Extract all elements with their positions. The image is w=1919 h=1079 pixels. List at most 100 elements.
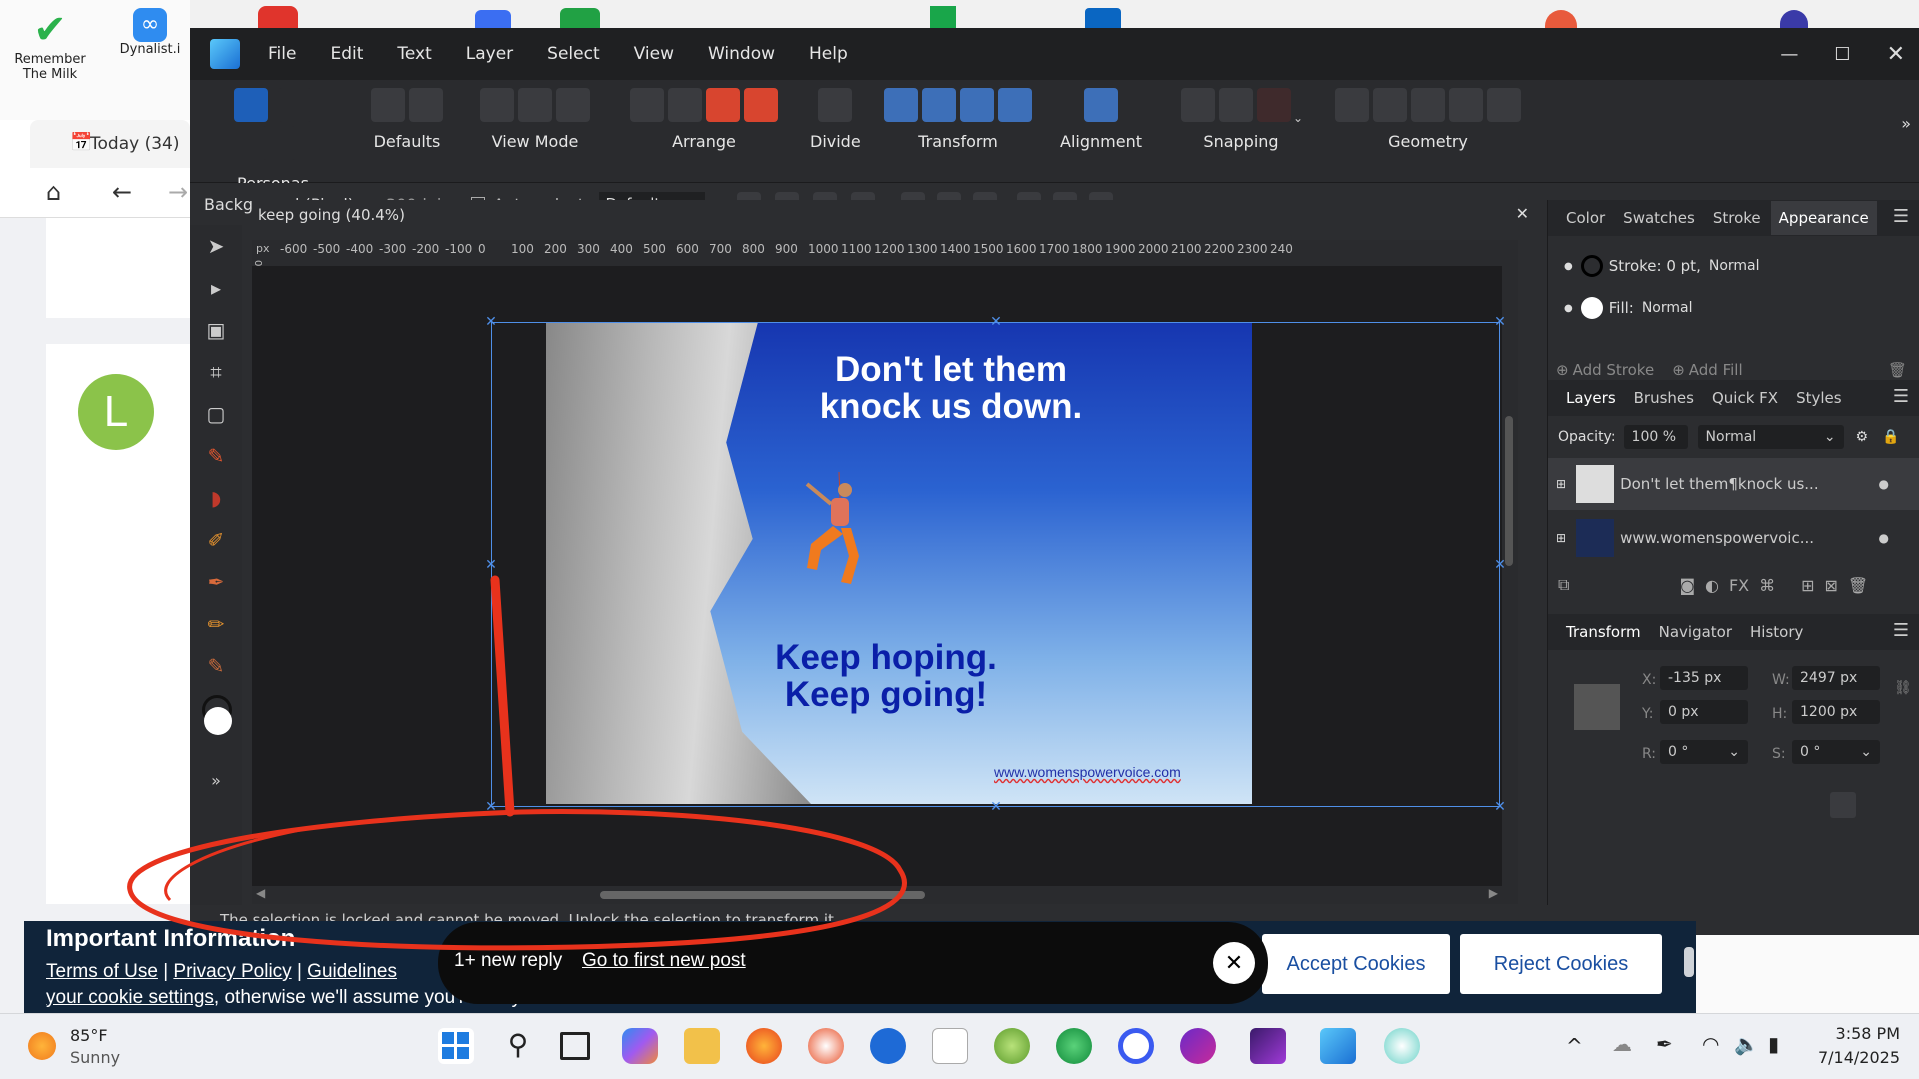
app-icon[interactable] bbox=[1545, 10, 1577, 28]
geometry-divide-icon[interactable] bbox=[1487, 88, 1521, 122]
tab-stroke[interactable]: Stroke bbox=[1713, 209, 1761, 227]
rotate-left-icon[interactable] bbox=[960, 88, 994, 122]
horizontal-scrollbar[interactable]: ◀ ▶ bbox=[252, 886, 1502, 904]
snapping-toggle-icon[interactable] bbox=[1218, 88, 1253, 122]
add-fill-button[interactable]: Add Fill bbox=[1689, 361, 1743, 379]
document-tab[interactable]: keep going (40.4%) ✕ bbox=[252, 200, 1537, 232]
forward-arrow-icon[interactable]: → bbox=[168, 178, 188, 206]
volume-icon[interactable]: 🔈 bbox=[1734, 1032, 1759, 1056]
reject-cookies-button[interactable]: Reject Cookies bbox=[1460, 934, 1662, 994]
tab-transform[interactable]: Transform bbox=[1566, 623, 1641, 641]
toolbar-overflow-icon[interactable]: » bbox=[1901, 114, 1911, 133]
geometry-intersect-icon[interactable] bbox=[1411, 88, 1445, 122]
selection-handle[interactable]: ✕ bbox=[1494, 315, 1506, 329]
go-to-first-new-post-link[interactable]: Go to first new post bbox=[582, 950, 746, 972]
privacy-policy-link[interactable]: Privacy Policy bbox=[173, 961, 291, 982]
app-icon[interactable] bbox=[1384, 1028, 1420, 1064]
scroll-right-icon[interactable]: ▶ bbox=[1489, 886, 1498, 900]
app-icon[interactable] bbox=[930, 6, 956, 28]
visibility-dot-icon[interactable]: ● bbox=[1879, 531, 1889, 545]
panel-menu-icon[interactable]: ☰ bbox=[1893, 386, 1909, 407]
visibility-dot-icon[interactable]: ● bbox=[1879, 477, 1889, 491]
menu-select[interactable]: Select bbox=[547, 44, 599, 64]
vertical-scroll-thumb[interactable] bbox=[1505, 416, 1513, 566]
evernote-icon[interactable] bbox=[1056, 1028, 1092, 1064]
layer-row[interactable]: ⊞ Don't let them¶knock us... ● bbox=[1548, 458, 1919, 510]
sync-defaults-icon[interactable] bbox=[371, 88, 405, 122]
lock-icon[interactable]: 🔒 bbox=[1882, 429, 1899, 445]
layer-row[interactable]: ⊞ www.womenspowervoic... ● bbox=[1548, 512, 1919, 564]
erase-brush-icon[interactable]: ✎ bbox=[190, 645, 242, 687]
arrange-forward-icon[interactable] bbox=[706, 88, 740, 122]
menu-text[interactable]: Text bbox=[397, 44, 431, 64]
page-scrollbar[interactable] bbox=[1684, 947, 1694, 977]
flip-horizontal-icon[interactable] bbox=[884, 88, 918, 122]
geometry-add-icon[interactable] bbox=[1335, 88, 1369, 122]
link-aspect-icon[interactable]: ⛓ bbox=[1894, 680, 1912, 696]
search-icon[interactable]: ⚲ bbox=[500, 1028, 536, 1064]
cloud-icon[interactable]: ☁ bbox=[1612, 1032, 1632, 1056]
geometry-subtract-icon[interactable] bbox=[1373, 88, 1407, 122]
tab-quick-fx[interactable]: Quick FX bbox=[1712, 389, 1778, 407]
crop-tool-icon[interactable]: ⌗ bbox=[190, 351, 242, 393]
pen-tool-icon[interactable]: ✒ bbox=[190, 561, 242, 603]
notepad-icon[interactable] bbox=[932, 1028, 968, 1064]
app-icon[interactable] bbox=[258, 6, 298, 28]
pencil-tool-icon[interactable]: ✎ bbox=[190, 435, 242, 477]
pixel-brush-icon[interactable]: ✏ bbox=[190, 603, 242, 645]
fill-swatch[interactable] bbox=[204, 707, 232, 735]
chevron-up-icon[interactable]: ^ bbox=[1566, 1034, 1583, 1058]
tab-navigator[interactable]: Navigator bbox=[1659, 623, 1732, 641]
stroke-row[interactable]: ● Stroke: 0 pt, Normal bbox=[1548, 248, 1919, 284]
tab-color[interactable]: Color bbox=[1566, 209, 1605, 227]
selection-handle[interactable]: ✕ bbox=[1494, 800, 1506, 814]
firefox-icon[interactable] bbox=[746, 1028, 782, 1064]
close-document-icon[interactable]: ✕ bbox=[1516, 204, 1529, 223]
x-field[interactable]: -135 px bbox=[1660, 666, 1748, 690]
snapping-options-icon[interactable] bbox=[1180, 88, 1215, 122]
app-icon[interactable] bbox=[475, 10, 511, 28]
scroll-left-icon[interactable]: ◀ bbox=[256, 886, 265, 900]
linkedin-icon[interactable] bbox=[1085, 8, 1121, 28]
app-icon[interactable] bbox=[1780, 10, 1808, 28]
add-stroke-button[interactable]: Add Stroke bbox=[1573, 361, 1655, 379]
opacity-field[interactable]: 100 % bbox=[1623, 425, 1688, 449]
app-icon[interactable] bbox=[1118, 1028, 1154, 1064]
weather-temp[interactable]: 85°F bbox=[70, 1026, 108, 1045]
arrange-backward-icon[interactable] bbox=[668, 88, 702, 122]
app-icon[interactable] bbox=[1180, 1028, 1216, 1064]
gear-icon[interactable]: ⚙ bbox=[1856, 429, 1869, 445]
battery-icon[interactable]: ▮ bbox=[1768, 1032, 1779, 1056]
arrange-front-icon[interactable] bbox=[744, 88, 778, 122]
paint-brush-icon[interactable]: ✐ bbox=[190, 519, 242, 561]
terms-of-use-link[interactable]: Terms of Use bbox=[46, 961, 158, 982]
mask-icon[interactable]: ◙ bbox=[1679, 576, 1695, 595]
cookie-settings-link[interactable]: your cookie settings bbox=[46, 987, 214, 1008]
selection-handle[interactable]: ✕ bbox=[485, 800, 497, 814]
tab-appearance[interactable]: Appearance bbox=[1770, 201, 1877, 235]
app-icon[interactable] bbox=[994, 1028, 1030, 1064]
menu-window[interactable]: Window bbox=[708, 44, 775, 64]
clock-time[interactable]: 3:58 PM bbox=[1820, 1024, 1900, 1043]
rectangle-tool-icon[interactable]: ▢ bbox=[190, 393, 242, 435]
selection-handle[interactable]: ✕ bbox=[990, 800, 1002, 814]
tab-swatches[interactable]: Swatches bbox=[1623, 209, 1695, 227]
y-field[interactable]: 0 px bbox=[1660, 700, 1748, 724]
wifi-icon[interactable]: ◠ bbox=[1702, 1032, 1719, 1056]
menu-file[interactable]: File bbox=[268, 44, 296, 64]
minimize-icon[interactable]: — bbox=[1780, 44, 1798, 65]
menu-help[interactable]: Help bbox=[809, 44, 848, 64]
artboard-tool-icon[interactable]: ▣ bbox=[190, 309, 242, 351]
browser-tab[interactable]: 📅 Today (34) bbox=[30, 120, 190, 168]
desktop-icon-dynalist[interactable]: ∞ Dynalist.i bbox=[110, 8, 190, 57]
r-field[interactable]: 0 ° ⌄ bbox=[1660, 740, 1748, 764]
snapping-magnet-icon[interactable] bbox=[1256, 88, 1291, 122]
s-field[interactable]: 0 ° ⌄ bbox=[1792, 740, 1880, 764]
horizontal-scroll-thumb[interactable] bbox=[600, 891, 925, 899]
selection-handle[interactable]: ✕ bbox=[990, 315, 1002, 329]
chevron-down-icon[interactable]: ⌄ bbox=[1293, 111, 1303, 125]
selection-handle[interactable]: ✕ bbox=[485, 558, 497, 572]
w-field[interactable]: 2497 px bbox=[1792, 666, 1880, 690]
view-mode-icon[interactable] bbox=[556, 88, 590, 122]
panel-menu-icon[interactable]: ☰ bbox=[1893, 206, 1909, 227]
